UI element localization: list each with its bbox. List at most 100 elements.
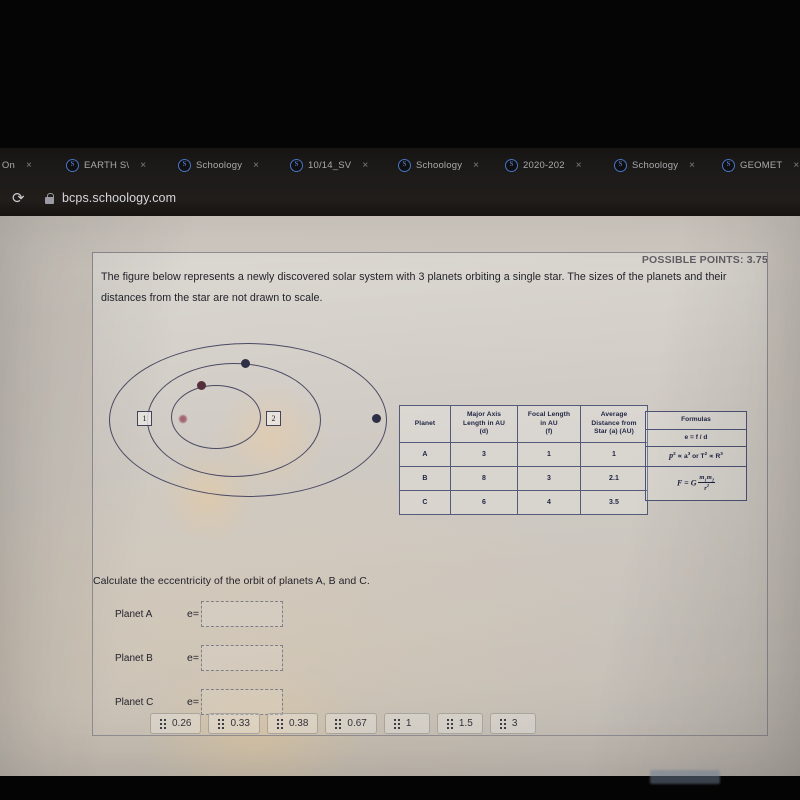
close-icon[interactable]: × bbox=[576, 160, 582, 171]
diagram-marker-2: 2 bbox=[266, 411, 281, 426]
answer-chip-0[interactable]: 0.26 bbox=[150, 713, 202, 734]
photographed-screen: PS On × S EARTH S\ × S Schoology × S 10/… bbox=[0, 0, 800, 800]
browser-tab-label: Schoology bbox=[196, 159, 243, 171]
browser-address-bar[interactable]: ⟳ bcps.schoology.com ​ bbox=[0, 181, 800, 215]
browser-tab-6[interactable]: S 2020-202 × bbox=[505, 154, 582, 176]
browser-tab-2[interactable]: S EARTH S\ × bbox=[66, 154, 146, 176]
cell-planet: A bbox=[399, 442, 451, 467]
offscreen-button-blurred bbox=[650, 770, 720, 784]
browser-tab-3[interactable]: S Schoology × bbox=[178, 154, 259, 176]
drag-handle-icon[interactable] bbox=[218, 718, 225, 729]
star-icon bbox=[179, 415, 187, 423]
planet-b-drop-zone[interactable] bbox=[200, 645, 283, 671]
close-icon[interactable]: × bbox=[473, 160, 479, 171]
planet-b-label: Planet B bbox=[115, 652, 153, 664]
reload-icon[interactable]: ⟳ bbox=[12, 190, 27, 206]
browser-tab-label: EARTH S\ bbox=[84, 159, 130, 171]
planet-c-drop-zone[interactable] bbox=[200, 689, 283, 715]
browser-tab-strip: PS On × S EARTH S\ × S Schoology × S 10/… bbox=[0, 150, 800, 178]
schoology-s-icon: S bbox=[290, 158, 303, 172]
cell-focal-length: 4 bbox=[517, 490, 581, 515]
cell-planet: C bbox=[399, 490, 451, 515]
answer-chip-6[interactable]: 3 bbox=[489, 713, 536, 734]
close-icon[interactable]: × bbox=[689, 160, 695, 171]
answer-chip-label: 0.26 bbox=[172, 718, 192, 729]
screen-bezel-top bbox=[0, 0, 800, 150]
browser-tab-5[interactable]: S Schoology × bbox=[398, 154, 479, 176]
formulas-title: Formulas bbox=[646, 412, 746, 430]
browser-tab-label: 2020-202 bbox=[523, 159, 565, 171]
answer-chip-label: 3 bbox=[511, 718, 518, 729]
table-row: A 3 1 1 bbox=[399, 442, 648, 467]
answer-chip-label: 1 bbox=[405, 718, 412, 729]
planet-c-label: Planet C bbox=[115, 696, 154, 708]
planet-b-dot bbox=[241, 359, 250, 368]
screen-bezel-bottom bbox=[0, 770, 800, 800]
planet-data-table: Planet Major Axis Length in AU (d) Focal… bbox=[399, 405, 648, 515]
worksheet-page: POSSIBLE POINTS: 3.75 The figure below r… bbox=[0, 216, 800, 776]
browser-tab-label: Schoology bbox=[632, 159, 679, 171]
url-text: bcps.schoology.com bbox=[62, 191, 177, 205]
close-icon[interactable]: × bbox=[140, 160, 146, 171]
browser-tab-4[interactable]: S 10/14_SV × bbox=[290, 154, 368, 176]
answer-chip-1[interactable]: 0.33 bbox=[208, 713, 260, 734]
schoology-s-icon: S bbox=[722, 158, 735, 172]
table-header-focal-length: Focal Length in AU (f) bbox=[517, 405, 581, 443]
table-row: B 8 3 2.1 bbox=[399, 466, 648, 491]
close-icon[interactable]: × bbox=[362, 160, 368, 171]
formula-eccentricity: e = f / d bbox=[646, 430, 746, 448]
answer-chip-5[interactable]: 1.5 bbox=[436, 713, 483, 734]
formula-gravitation: F = G m1m2 r2 bbox=[676, 473, 716, 493]
lock-icon bbox=[45, 192, 54, 204]
drag-handle-icon[interactable] bbox=[499, 718, 506, 729]
answer-chip-4[interactable]: 1 bbox=[383, 713, 430, 734]
cell-major-axis: 8 bbox=[450, 466, 518, 491]
browser-tab-label: GEOMET bbox=[740, 159, 783, 171]
browser-chrome: PS On × S EARTH S\ × S Schoology × S 10/… bbox=[0, 148, 800, 218]
question-card: The figure below represents a newly disc… bbox=[92, 252, 768, 736]
close-icon[interactable]: × bbox=[793, 160, 799, 171]
planet-a-dot bbox=[197, 381, 206, 390]
close-icon[interactable]: × bbox=[253, 160, 259, 171]
browser-tab-label: PS On bbox=[0, 159, 15, 171]
cell-avg-distance: 3.5 bbox=[580, 490, 648, 515]
question-prompt: The figure below represents a newly disc… bbox=[101, 271, 727, 305]
schoology-s-icon: S bbox=[398, 158, 411, 172]
cell-major-axis: 6 bbox=[450, 490, 518, 515]
browser-tab-1[interactable]: PS On × bbox=[0, 154, 32, 176]
table-header-major-axis: Major Axis Length in AU (d) bbox=[450, 405, 518, 443]
drag-handle-icon[interactable] bbox=[160, 718, 166, 729]
drag-handle-icon[interactable] bbox=[335, 718, 342, 729]
cell-focal-length: 3 bbox=[517, 466, 581, 491]
drag-handle-icon[interactable] bbox=[393, 718, 400, 729]
table-header-avg-distance: Average Distance from Star (a) (AU) bbox=[580, 405, 648, 443]
schoology-s-icon: S bbox=[614, 158, 627, 172]
browser-tab-label: 10/14_SV bbox=[308, 159, 352, 171]
schoology-s-icon: S bbox=[178, 158, 191, 172]
browser-tab-label: Schoology bbox=[416, 159, 463, 171]
answer-choice-bank: 0.26 0.33 0.38 0.67 1 1.5 3 bbox=[150, 713, 536, 734]
formulas-box: Formulas e = f / d p2 ∝ a3 or T2 ∝ R3 F … bbox=[645, 411, 747, 502]
browser-tab-7[interactable]: S Schoology × bbox=[614, 154, 695, 176]
close-icon[interactable]: × bbox=[26, 160, 32, 171]
answer-row-planet-b: Planet B e= bbox=[115, 645, 283, 671]
browser-tab-8[interactable]: S GEOMET × bbox=[722, 154, 799, 176]
answer-row-planet-c: Planet C e= bbox=[115, 689, 283, 715]
planet-b-eq-label: e= bbox=[187, 652, 199, 664]
answer-chip-label: 0.38 bbox=[288, 718, 309, 729]
answer-chip-3[interactable]: 0.67 bbox=[325, 713, 377, 734]
solar-system-diagram: 1 2 bbox=[101, 331, 401, 541]
formula-keplers-third-law: p2 ∝ a3 or T2 ∝ R3 bbox=[646, 447, 746, 467]
cell-planet: B bbox=[399, 466, 451, 491]
drag-handle-icon[interactable] bbox=[276, 718, 283, 729]
answer-row-planet-a: Planet A e= bbox=[115, 601, 283, 627]
schoology-s-icon: S bbox=[66, 158, 79, 172]
planet-a-eq-label: e= bbox=[187, 608, 199, 620]
table-header-row: Planet Major Axis Length in AU (d) Focal… bbox=[399, 405, 648, 443]
cell-focal-length: 1 bbox=[517, 442, 581, 467]
answer-chip-2[interactable]: 0.38 bbox=[266, 713, 319, 734]
drag-handle-icon[interactable] bbox=[446, 718, 453, 729]
planet-a-drop-zone[interactable] bbox=[200, 601, 283, 627]
answer-chip-label: 1.5 bbox=[458, 718, 473, 729]
answer-chip-label: 0.67 bbox=[347, 718, 367, 729]
